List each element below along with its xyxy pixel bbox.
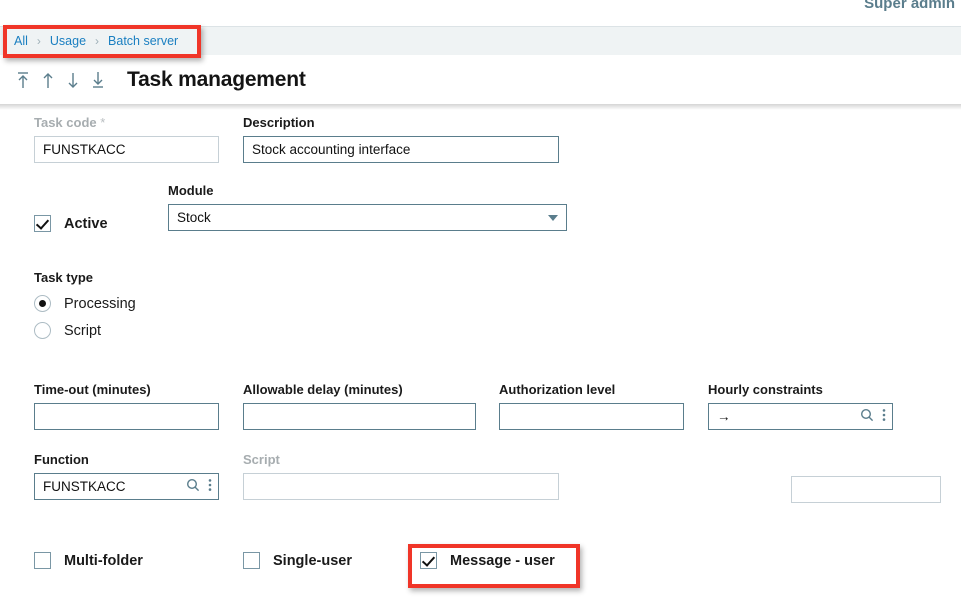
allowable-delay-field: Allowable delay (minutes) bbox=[243, 382, 476, 430]
task-management-form: Task code * Description Active Module Ta… bbox=[0, 110, 961, 605]
task-type-group: Task type Processing Script bbox=[34, 270, 274, 339]
message-user-label: Message - user bbox=[450, 553, 555, 569]
hourly-constraints-input-wrapper bbox=[708, 403, 893, 430]
title-bar: Task management bbox=[0, 55, 961, 104]
breadcrumb-item-all[interactable]: All bbox=[14, 34, 28, 48]
task-type-option-script[interactable]: Script bbox=[34, 322, 274, 339]
authorization-level-field: Authorization level bbox=[499, 382, 684, 430]
function-actions bbox=[186, 473, 212, 500]
radio-processing[interactable] bbox=[34, 295, 51, 312]
breadcrumb-item-batch-server[interactable]: Batch server bbox=[108, 34, 178, 48]
timeout-label: Time-out (minutes) bbox=[34, 382, 219, 397]
single-user-checkbox-row[interactable]: Single-user bbox=[243, 552, 352, 569]
user-name[interactable]: Super admin bbox=[864, 0, 955, 12]
hourly-constraints-label: Hourly constraints bbox=[708, 382, 893, 397]
task-type-option-processing[interactable]: Processing bbox=[34, 295, 274, 312]
radio-processing-label: Processing bbox=[64, 296, 136, 312]
single-user-checkbox[interactable] bbox=[243, 552, 260, 569]
description-input[interactable] bbox=[243, 136, 559, 163]
timeout-field: Time-out (minutes) bbox=[34, 382, 219, 430]
active-checkbox[interactable] bbox=[34, 215, 51, 232]
breadcrumb: All › Usage › Batch server bbox=[0, 26, 961, 55]
page-title: Task management bbox=[127, 68, 306, 92]
kebab-menu-icon[interactable] bbox=[208, 478, 212, 495]
multi-folder-label: Multi-folder bbox=[64, 553, 143, 569]
active-checkbox-row[interactable]: Active bbox=[34, 215, 108, 232]
multi-folder-checkbox[interactable] bbox=[34, 552, 51, 569]
script-label: Script bbox=[243, 452, 559, 467]
message-user-checkbox[interactable] bbox=[420, 552, 437, 569]
radio-script[interactable] bbox=[34, 322, 51, 339]
extra-input[interactable] bbox=[791, 476, 941, 503]
script-input[interactable] bbox=[243, 473, 559, 500]
module-field: Module bbox=[168, 183, 567, 231]
function-field: Function bbox=[34, 452, 219, 500]
multi-folder-checkbox-row[interactable]: Multi-folder bbox=[34, 552, 143, 569]
previous-record-icon[interactable] bbox=[39, 70, 57, 90]
breadcrumb-item-usage[interactable]: Usage bbox=[50, 34, 86, 48]
single-user-label: Single-user bbox=[273, 553, 352, 569]
allowable-delay-label: Allowable delay (minutes) bbox=[243, 382, 476, 397]
first-record-icon[interactable] bbox=[14, 70, 32, 90]
active-label: Active bbox=[64, 216, 108, 232]
search-icon[interactable] bbox=[860, 408, 874, 425]
authorization-level-label: Authorization level bbox=[499, 382, 684, 397]
chevron-right-icon: › bbox=[37, 34, 41, 48]
timeout-input[interactable] bbox=[34, 403, 219, 430]
last-record-icon[interactable] bbox=[89, 70, 107, 90]
description-field: Description bbox=[243, 115, 559, 163]
function-input-wrapper bbox=[34, 473, 219, 500]
extra-field bbox=[791, 476, 941, 503]
module-select-wrapper[interactable] bbox=[168, 204, 567, 231]
task-code-field: Task code * bbox=[34, 115, 219, 163]
task-code-input[interactable] bbox=[34, 136, 219, 163]
kebab-menu-icon[interactable] bbox=[882, 408, 886, 425]
description-label: Description bbox=[243, 115, 559, 130]
allowable-delay-input[interactable] bbox=[243, 403, 476, 430]
user-strip: Super admin bbox=[0, 0, 961, 14]
record-navigation bbox=[14, 70, 107, 90]
required-marker: * bbox=[100, 115, 105, 130]
hourly-constraints-actions bbox=[860, 403, 886, 430]
module-label: Module bbox=[168, 183, 567, 198]
module-select[interactable] bbox=[168, 204, 567, 231]
task-code-label: Task code * bbox=[34, 115, 219, 130]
task-type-label: Task type bbox=[34, 270, 274, 285]
search-icon[interactable] bbox=[186, 478, 200, 495]
radio-script-label: Script bbox=[64, 323, 101, 339]
next-record-icon[interactable] bbox=[64, 70, 82, 90]
hourly-constraints-field: Hourly constraints bbox=[708, 382, 893, 430]
function-label: Function bbox=[34, 452, 219, 467]
message-user-checkbox-row[interactable]: Message - user bbox=[420, 552, 555, 569]
chevron-right-icon: › bbox=[95, 34, 99, 48]
header-divider bbox=[0, 104, 961, 110]
authorization-level-input[interactable] bbox=[499, 403, 684, 430]
script-field: Script bbox=[243, 452, 559, 500]
